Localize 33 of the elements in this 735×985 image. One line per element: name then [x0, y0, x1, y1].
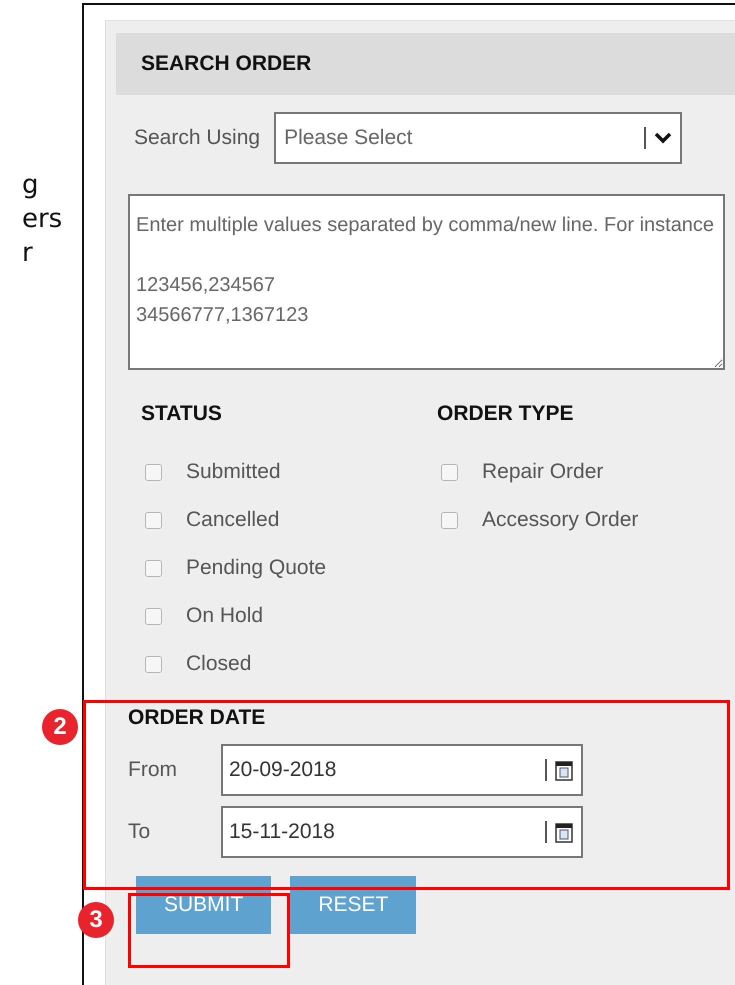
- checkbox-label: Cancelled: [186, 508, 280, 532]
- date-field[interactable]: 15-11-2018: [221, 806, 583, 858]
- section-heading: ORDER TYPE: [437, 402, 575, 426]
- side-text: ers: [22, 203, 64, 236]
- checkbox[interactable]: [441, 464, 458, 480]
- checkbox-label: On Hold: [186, 604, 264, 628]
- panel-title: SEARCH ORDER: [141, 52, 312, 76]
- checkbox[interactable]: [145, 656, 162, 672]
- section-heading: ORDER DATE: [128, 706, 266, 730]
- step-badge: 3: [78, 902, 114, 938]
- chevron-down-icon: [654, 132, 672, 144]
- date-label: To: [128, 820, 152, 844]
- checkbox-label: Repair Order: [482, 460, 604, 484]
- checkbox[interactable]: [145, 560, 162, 576]
- checkbox-label: Submitted: [186, 460, 281, 484]
- date-label: From: [128, 758, 178, 782]
- calendar-icon[interactable]: [555, 821, 573, 843]
- checkbox-label: Closed: [186, 652, 252, 676]
- checkbox-label: Pending Quote: [186, 556, 326, 580]
- values-input[interactable]: Enter multiple values separated by comma/new line. For instance 123456,234567 34566777,1367123: [128, 194, 725, 370]
- side-text: r: [22, 237, 34, 270]
- search-using-select[interactable]: Please Select: [274, 112, 682, 164]
- checkbox[interactable]: [145, 608, 162, 624]
- side-text: g: [22, 169, 40, 202]
- date-field[interactable]: 20-09-2018: [221, 744, 583, 796]
- checkbox[interactable]: [145, 512, 162, 528]
- section-heading: STATUS: [141, 402, 223, 426]
- checkbox-label: Accessory Order: [482, 508, 638, 532]
- field-label: Search Using: [134, 126, 260, 150]
- step-badge: 2: [42, 709, 78, 745]
- checkbox[interactable]: [145, 464, 162, 480]
- calendar-icon[interactable]: [555, 759, 573, 781]
- checkbox[interactable]: [441, 512, 458, 528]
